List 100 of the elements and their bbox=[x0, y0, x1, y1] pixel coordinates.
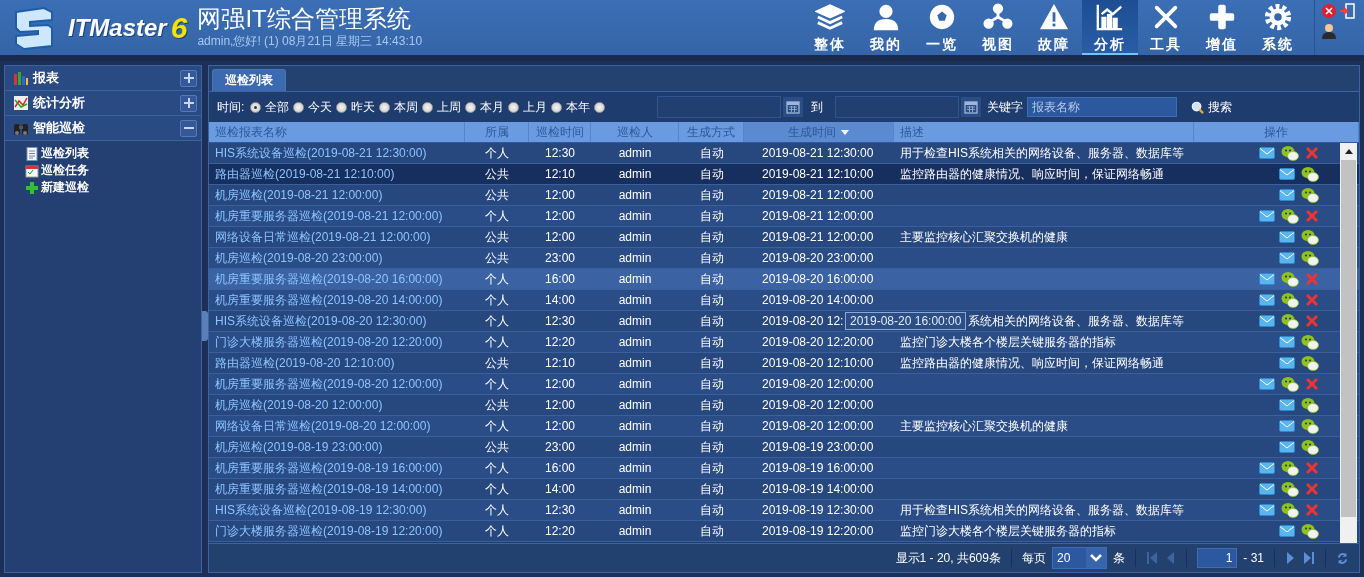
keyword-field[interactable]: 报表名称 bbox=[1027, 97, 1178, 117]
email-icon[interactable] bbox=[1279, 357, 1295, 369]
report-link[interactable]: 机房重要服务器巡检(2019-08-20 12:00:00) bbox=[215, 376, 443, 391]
time-radio[interactable]: 本年 bbox=[551, 98, 591, 116]
report-link[interactable]: 门诊大楼服务器巡检(2019-08-20 12:20:00) bbox=[215, 334, 443, 349]
chat-icon[interactable] bbox=[1281, 502, 1299, 518]
sidebar-section[interactable]: 智能巡检 bbox=[5, 116, 201, 141]
page-field[interactable]: 1 bbox=[1197, 548, 1238, 568]
email-icon[interactable] bbox=[1259, 504, 1275, 516]
chat-icon[interactable] bbox=[1301, 418, 1319, 434]
chat-icon[interactable] bbox=[1301, 166, 1319, 182]
table-row[interactable]: 机房重要服务器巡检(2019-08-19 14:00:00) 个人 14:00 admin 自动 2019-08-19 14:00:00 bbox=[209, 479, 1359, 500]
chat-icon[interactable] bbox=[1281, 481, 1299, 497]
chevron-down-icon[interactable] bbox=[1086, 548, 1107, 568]
chat-icon[interactable] bbox=[1301, 439, 1319, 455]
chat-icon[interactable] bbox=[1301, 187, 1319, 203]
chat-icon[interactable] bbox=[1281, 208, 1299, 224]
scrollbar[interactable] bbox=[1340, 143, 1357, 543]
logout-icon[interactable] bbox=[1339, 3, 1355, 19]
expand-icon[interactable] bbox=[182, 72, 195, 84]
email-icon[interactable] bbox=[1279, 252, 1295, 264]
chat-icon[interactable] bbox=[1281, 271, 1299, 287]
table-row[interactable]: 机房重要服务器巡检(2019-08-20 14:00:00) 个人 14:00 admin 自动 2019-08-20 14:00:00 bbox=[209, 290, 1359, 311]
calendar-icon[interactable] bbox=[961, 97, 982, 117]
report-link[interactable]: 机房重要服务器巡检(2019-08-20 14:00:00) bbox=[215, 292, 443, 307]
table-row[interactable]: 路由器巡检(2019-08-20 12:10:00) 公共 12:10 admin 自动 2019-08-20 12:10:00 监控路由器的健康情况、响应时间，保证网络畅通 bbox=[209, 353, 1359, 374]
table-row[interactable]: 路由器巡检(2019-08-21 12:10:00) 公共 12:10 admin 自动 2019-08-21 12:10:00 监控路由器的健康情况、响应时间，保证网络畅通 bbox=[209, 164, 1359, 185]
delete-icon[interactable] bbox=[1305, 293, 1319, 307]
delete-icon[interactable] bbox=[1305, 503, 1319, 517]
expand-icon[interactable] bbox=[182, 97, 195, 109]
search-button[interactable]: 搜索 bbox=[1185, 97, 1239, 117]
time-radio[interactable] bbox=[594, 101, 606, 113]
report-link[interactable]: 路由器巡检(2019-08-20 12:10:00) bbox=[215, 355, 395, 370]
report-link[interactable]: 机房巡检(2019-08-20 12:00:00) bbox=[215, 397, 383, 412]
table-row[interactable]: 机房重要服务器巡检(2019-08-20 16:00:00) 个人 16:00 admin 自动 2019-08-20 16:00:00 bbox=[209, 269, 1359, 290]
email-icon[interactable] bbox=[1279, 399, 1295, 411]
report-link[interactable]: 门诊大楼服务器巡检(2019-08-19 12:20:00) bbox=[215, 523, 443, 538]
table-row[interactable]: 门诊大楼服务器巡检(2019-08-19 12:20:00) 个人 12:20 admin 自动 2019-08-19 12:20:00 监控门诊大楼各个楼层关键服务器的指标 bbox=[209, 521, 1359, 542]
table-row[interactable]: 机房重要服务器巡检(2019-08-21 12:00:00) 个人 12:00 admin 自动 2019-08-21 12:00:00 bbox=[209, 206, 1359, 227]
chat-icon[interactable] bbox=[1281, 145, 1299, 161]
report-link[interactable]: 路由器巡检(2019-08-21 12:10:00) bbox=[215, 166, 395, 181]
last-page-icon[interactable] bbox=[1303, 551, 1315, 565]
time-radio[interactable]: 上周 bbox=[422, 98, 462, 116]
report-link[interactable]: 机房重要服务器巡检(2019-08-19 16:00:00) bbox=[215, 460, 443, 475]
report-link[interactable]: 机房巡检(2019-08-21 12:00:00) bbox=[215, 187, 383, 202]
email-icon[interactable] bbox=[1259, 378, 1275, 390]
sidebar-section[interactable]: 报表 bbox=[5, 66, 201, 91]
chat-icon[interactable] bbox=[1301, 355, 1319, 371]
email-icon[interactable] bbox=[1279, 189, 1295, 201]
email-icon[interactable] bbox=[1259, 273, 1275, 285]
page-size-select[interactable]: 20 bbox=[1051, 547, 1108, 569]
email-icon[interactable] bbox=[1279, 525, 1295, 537]
email-icon[interactable] bbox=[1259, 147, 1275, 159]
report-link[interactable]: 机房巡检(2019-08-20 23:00:00) bbox=[215, 250, 383, 265]
table-row[interactable]: 机房巡检(2019-08-19 23:00:00) 公共 23:00 admin 自动 2019-08-19 23:00:00 bbox=[209, 437, 1359, 458]
delete-icon[interactable] bbox=[1305, 209, 1319, 223]
table-row[interactable]: HIS系统设备巡检(2019-08-20 12:30:00) 个人 12:30 admin 自动 2019-08-20 12: 2019-08-20 16:00:00 系统相关的网络设备、服务器、数据库等 bbox=[209, 311, 1359, 332]
sidebar-item[interactable]: 巡检任务 bbox=[25, 162, 201, 179]
sidebar-item[interactable]: 新建巡检 bbox=[25, 179, 201, 196]
delete-icon[interactable] bbox=[1305, 461, 1319, 475]
email-icon[interactable] bbox=[1279, 231, 1295, 243]
time-radio[interactable]: 本周 bbox=[379, 98, 419, 116]
chat-icon[interactable] bbox=[1301, 250, 1319, 266]
tab[interactable]: 巡检列表 bbox=[212, 69, 286, 91]
chat-icon[interactable] bbox=[1301, 334, 1319, 350]
time-radio[interactable]: 上月 bbox=[508, 98, 548, 116]
nav-tab[interactable]: 工具 bbox=[1138, 0, 1194, 55]
chat-icon[interactable] bbox=[1301, 523, 1319, 539]
nav-tab[interactable]: 整体 bbox=[802, 0, 858, 55]
nav-tab[interactable]: 一览 bbox=[914, 0, 970, 55]
table-row[interactable]: 机房重要服务器巡检(2019-08-19 16:00:00) 个人 16:00 admin 自动 2019-08-19 16:00:00 bbox=[209, 458, 1359, 479]
scroll-up-icon[interactable] bbox=[1344, 149, 1353, 154]
report-link[interactable]: 机房巡检(2019-08-19 23:00:00) bbox=[215, 439, 383, 454]
email-icon[interactable] bbox=[1259, 462, 1275, 474]
chat-icon[interactable] bbox=[1301, 397, 1319, 413]
table-row[interactable]: 机房巡检(2019-08-20 23:00:00) 公共 23:00 admin 自动 2019-08-20 23:00:00 bbox=[209, 248, 1359, 269]
chat-icon[interactable] bbox=[1301, 229, 1319, 245]
email-icon[interactable] bbox=[1259, 483, 1275, 495]
nav-tab[interactable]: 我的 bbox=[858, 0, 914, 55]
nav-tab[interactable]: 增值 bbox=[1194, 0, 1250, 55]
nav-tab[interactable]: 系统 bbox=[1250, 0, 1306, 55]
table-row[interactable]: 机房重要服务器巡检(2019-08-20 12:00:00) 个人 12:00 admin 自动 2019-08-20 12:00:00 bbox=[209, 374, 1359, 395]
nav-tab[interactable]: 故障 bbox=[1026, 0, 1082, 55]
email-icon[interactable] bbox=[1259, 315, 1275, 327]
time-radio[interactable]: 昨天 bbox=[336, 98, 376, 116]
nav-tab[interactable]: 分析 bbox=[1082, 0, 1138, 55]
email-icon[interactable] bbox=[1279, 420, 1295, 432]
delete-icon[interactable] bbox=[1305, 377, 1319, 391]
email-icon[interactable] bbox=[1279, 441, 1295, 453]
report-link[interactable]: 机房重要服务器巡检(2019-08-21 12:00:00) bbox=[215, 208, 443, 223]
report-link[interactable]: 网络设备日常巡检(2019-08-20 12:00:00) bbox=[215, 418, 431, 433]
table-row[interactable]: HIS系统设备巡检(2019-08-21 12:30:00) 个人 12:30 admin 自动 2019-08-21 12:30:00 用于检查HIS系统相关的网络设备、服务器、数据库等 bbox=[209, 143, 1359, 164]
report-link[interactable]: HIS系统设备巡检(2019-08-21 12:30:00) bbox=[215, 145, 427, 160]
report-link[interactable]: 机房重要服务器巡检(2019-08-20 16:00:00) bbox=[215, 271, 443, 286]
refresh-icon[interactable] bbox=[1336, 551, 1349, 565]
chat-icon[interactable] bbox=[1281, 460, 1299, 476]
time-radio[interactable]: 本月 bbox=[465, 98, 505, 116]
chat-icon[interactable] bbox=[1281, 292, 1299, 308]
calendar-icon[interactable] bbox=[783, 97, 804, 117]
table-row[interactable]: HIS系统设备巡检(2019-08-19 12:30:00) 个人 12:30 admin 自动 2019-08-19 12:30:00 用于检查HIS系统相关的网络设备、服务器、数据库等 bbox=[209, 500, 1359, 521]
